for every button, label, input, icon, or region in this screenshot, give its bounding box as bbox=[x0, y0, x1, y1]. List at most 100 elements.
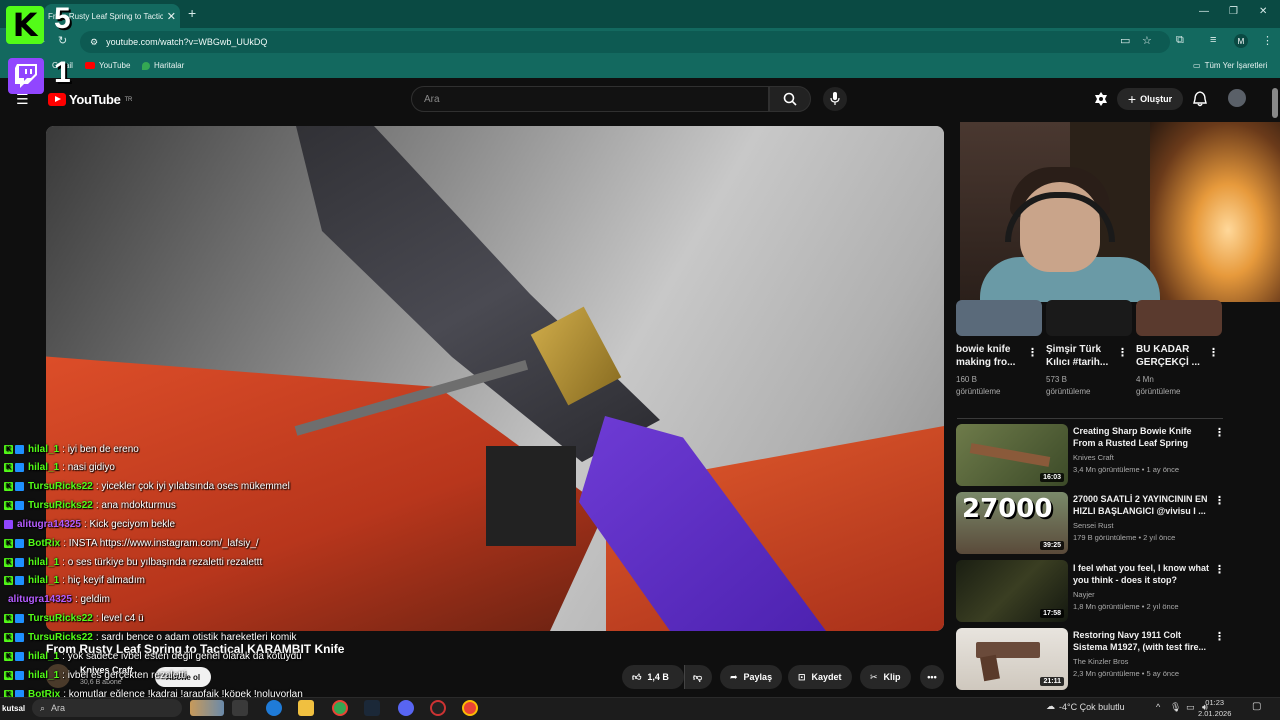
more-icon: ••• bbox=[927, 672, 937, 682]
more-icon[interactable]: ⋮ bbox=[1027, 346, 1038, 359]
weather-text: -4°C Çok bulutlu bbox=[1059, 701, 1125, 712]
search-button[interactable] bbox=[769, 86, 811, 112]
short-views: 160 Bgörüntüleme bbox=[956, 375, 1001, 396]
chat-username: TursuRicks22 bbox=[28, 500, 93, 512]
bookmark-maps[interactable]: Haritalar bbox=[142, 61, 184, 70]
new-tab-icon[interactable]: + bbox=[188, 5, 196, 21]
video-thumbnail[interactable]: 16:03 bbox=[956, 424, 1068, 486]
media-icon[interactable]: ≡ bbox=[1210, 34, 1216, 46]
profile-avatar[interactable]: M bbox=[1234, 34, 1248, 48]
minimize-icon[interactable]: — bbox=[1199, 6, 1209, 17]
chrome-icon[interactable] bbox=[332, 700, 348, 716]
maps-icon bbox=[142, 61, 150, 70]
short-thumbnail[interactable] bbox=[1136, 300, 1222, 336]
voice-search-button[interactable] bbox=[823, 87, 847, 111]
chat-text: : ivbel es gerçekten rezaletti bbox=[62, 669, 187, 681]
close-tab-icon[interactable]: ✕ bbox=[167, 10, 176, 23]
file-explorer-icon[interactable] bbox=[298, 700, 314, 716]
network-icon[interactable]: ▭ bbox=[1186, 702, 1195, 713]
account-avatar[interactable] bbox=[1228, 89, 1246, 107]
more-icon[interactable]: ⋮ bbox=[1214, 630, 1225, 643]
thumbs-down-icon: 👎︎ bbox=[693, 671, 703, 682]
region-code: TR bbox=[124, 96, 133, 103]
bookmark-youtube[interactable]: YouTube bbox=[85, 61, 130, 70]
cast-icon[interactable]: ▭ bbox=[1120, 34, 1130, 47]
studio-icon[interactable] bbox=[1093, 91, 1109, 112]
page-scrollbar[interactable] bbox=[1272, 88, 1278, 118]
video-meta: Sensei Rust 179 B görüntüleme • 2 yıl önc… bbox=[1073, 521, 1176, 542]
kick-badge-icon: K bbox=[4, 633, 13, 642]
video-title[interactable]: 27000 SAATLİ 2 YAYINCININ EN HIZLI BAŞLAN… bbox=[1073, 493, 1208, 517]
chat-badges: K bbox=[4, 463, 24, 473]
clip-label: Klip bbox=[883, 672, 901, 682]
all-bookmarks-label: Tüm Yer İşaretleri bbox=[1204, 61, 1268, 70]
notification-center-icon[interactable]: ▢ bbox=[1252, 701, 1261, 712]
video-title[interactable]: I feel what you feel, I know what you thi… bbox=[1073, 562, 1209, 586]
microphone-tray-icon[interactable]: 🎙︎ bbox=[1170, 702, 1181, 713]
bookmark-label: YouTube bbox=[99, 61, 131, 70]
short-thumbnail[interactable] bbox=[956, 300, 1042, 336]
close-window-icon[interactable]: ✕ bbox=[1259, 6, 1267, 17]
more-icon[interactable]: ⋮ bbox=[1117, 346, 1128, 359]
chat-message: alitugra14325: geldim bbox=[4, 591, 110, 609]
chat-text: : level c4 ü bbox=[95, 613, 144, 625]
chat-username: hilal_1 bbox=[28, 669, 60, 681]
kick-badge-icon: K bbox=[4, 482, 13, 492]
twitch-viewer-count: 1 bbox=[54, 56, 71, 89]
role-badge-icon bbox=[15, 557, 24, 567]
video-thumbnail[interactable]: 21:11 bbox=[956, 628, 1068, 690]
kick-badge-icon: K bbox=[4, 557, 13, 567]
more-icon[interactable]: ⋮ bbox=[1214, 563, 1225, 576]
short-title[interactable]: bowie knife making fro... bbox=[956, 343, 1015, 369]
share-icon: ➦ bbox=[730, 671, 738, 682]
kick-badge-icon: K bbox=[4, 670, 13, 680]
kick-badge-icon: K bbox=[4, 501, 13, 511]
tray-chevron-icon[interactable]: ^ bbox=[1156, 702, 1160, 712]
news-widget-icon[interactable] bbox=[190, 700, 224, 716]
more-icon[interactable]: ⋮ bbox=[1214, 426, 1225, 439]
short-title[interactable]: Şimşir Türk Kılıcı #tarih... bbox=[1046, 343, 1108, 369]
discord-icon[interactable] bbox=[398, 700, 414, 716]
all-bookmarks[interactable]: ▭ Tüm Yer İşaretleri bbox=[1193, 61, 1267, 70]
taskbar-search[interactable]: ⌕ Ara bbox=[32, 699, 182, 717]
role-badge-icon bbox=[15, 576, 24, 586]
taskbar-weather[interactable]: ☁ -4°C Çok bulutlu bbox=[1046, 701, 1125, 712]
chrome-profile-icon[interactable] bbox=[462, 700, 478, 716]
role-badge-icon bbox=[15, 463, 24, 473]
create-button[interactable]: + Oluştur bbox=[1117, 88, 1183, 110]
extensions-icon[interactable]: ⧉ bbox=[1176, 34, 1184, 47]
steam-icon[interactable] bbox=[364, 700, 380, 716]
chat-text: : iyi ben de ereno bbox=[62, 443, 139, 455]
chat-text: : yicekler çok iyi yılabsında oses mükem… bbox=[95, 481, 290, 493]
video-thumbnail[interactable]: 17:58 bbox=[956, 560, 1068, 622]
search-icon bbox=[783, 92, 797, 106]
share-button[interactable]: ➦ Paylaş bbox=[720, 665, 783, 689]
bookmark-star-icon[interactable]: ☆ bbox=[1142, 34, 1152, 47]
like-button[interactable]: 👍︎ 1,4 B bbox=[622, 665, 684, 689]
short-title[interactable]: BU KADAR GERÇEKÇİ ... bbox=[1136, 343, 1200, 369]
video-title[interactable]: Creating Sharp Bowie Knife From a Rusted … bbox=[1073, 425, 1192, 449]
youtube-logo[interactable]: YouTube TR bbox=[48, 92, 132, 107]
browser-menu-icon[interactable]: ⋮ bbox=[1262, 34, 1273, 47]
short-thumbnail[interactable] bbox=[1046, 300, 1132, 336]
more-icon[interactable]: ⋮ bbox=[1214, 494, 1225, 507]
save-button[interactable]: ⊡ Kaydet bbox=[788, 665, 852, 689]
edge-icon[interactable] bbox=[266, 700, 282, 716]
more-icon[interactable]: ⋮ bbox=[1208, 346, 1219, 359]
video-title[interactable]: Restoring Navy 1911 Colt Sistema M1927, (… bbox=[1073, 629, 1206, 653]
site-info-icon[interactable]: ⚙ bbox=[90, 37, 98, 48]
video-thumbnail[interactable]: 27000 39:25 bbox=[956, 492, 1068, 554]
clip-button[interactable]: ✂ Klip bbox=[860, 665, 911, 689]
restore-icon[interactable]: ❐ bbox=[1229, 6, 1238, 17]
task-view-icon[interactable] bbox=[232, 700, 248, 716]
obs-icon[interactable] bbox=[430, 700, 446, 716]
notifications-bell-icon[interactable] bbox=[1193, 91, 1207, 112]
search-input[interactable]: Ara bbox=[411, 86, 769, 112]
chat-text: : o ses türkiye bu yılbaşında rezaletti … bbox=[62, 556, 263, 568]
dislike-button[interactable]: 👎︎ bbox=[684, 665, 712, 689]
chat-message: K TursuRicks22: sardı bence o adam otisti… bbox=[4, 629, 297, 647]
taskbar-clock[interactable]: 01:23 2.01.2026 bbox=[1198, 697, 1231, 719]
more-actions-button[interactable]: ••• bbox=[920, 665, 944, 689]
url-bar[interactable]: ⚙ youtube.com/watch?v=WBGwb_UUkDQ bbox=[80, 31, 1170, 53]
bookmarks-bar bbox=[0, 56, 1280, 78]
